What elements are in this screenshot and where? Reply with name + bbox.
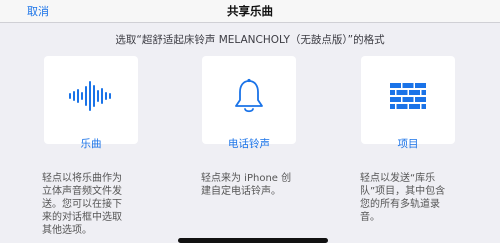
ringtone-option-card[interactable]: 电话铃声: [202, 56, 296, 150]
song-option-label: 乐曲: [80, 138, 102, 150]
ringtone-option-description: 轻点来为 iPhone 创 建自定电话铃声。: [201, 173, 292, 197]
home-indicator[interactable]: [178, 238, 328, 243]
nav-divider: [0, 22, 500, 23]
project-option-description: 轻点以发送“库乐 队”项目，其中包含 您的所有多轨道录 音。: [360, 173, 446, 223]
waveform-icon: [44, 76, 138, 116]
format-prompt: 选取“超舒适起床铃声 MELANCHOLY（无鼓点版）”的格式: [115, 34, 385, 46]
nav-bar: 取消 共享乐曲: [0, 0, 500, 22]
project-option-card[interactable]: 项目: [361, 56, 455, 150]
song-option-description: 轻点以将乐曲作为 立体声音频文件发 送。您可以在接下 来的对话框中选取 其他选项…: [42, 173, 122, 236]
song-option-card[interactable]: 乐曲: [44, 56, 138, 150]
bricks-icon: [361, 76, 455, 116]
project-option-label: 项目: [397, 138, 419, 150]
page-title: 共享乐曲: [227, 4, 273, 18]
ringtone-option-label: 电话铃声: [228, 138, 270, 150]
bell-icon: [202, 76, 296, 116]
